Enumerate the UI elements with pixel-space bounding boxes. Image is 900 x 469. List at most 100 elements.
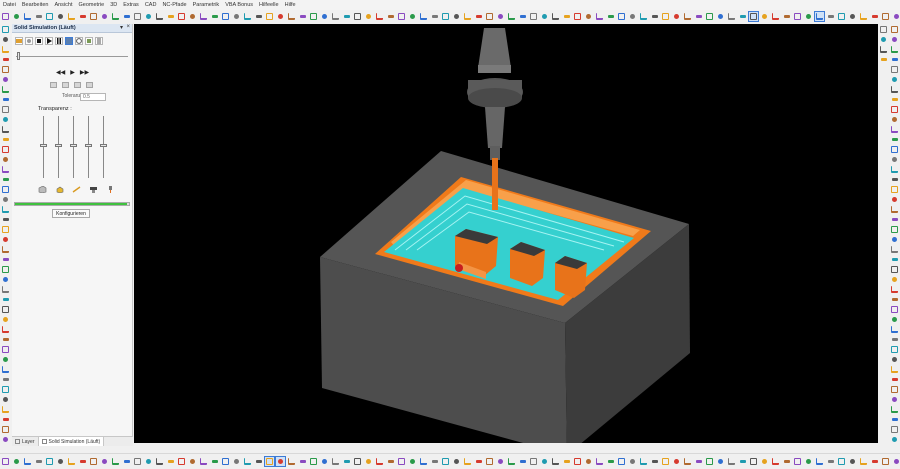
toolbar-icon[interactable] xyxy=(890,25,899,34)
toolbar-icon[interactable] xyxy=(210,12,219,21)
toolbar-icon[interactable] xyxy=(1,365,10,374)
toolbar-icon[interactable] xyxy=(12,12,21,21)
toolbar-icon[interactable] xyxy=(890,265,899,274)
toolbar-icon[interactable] xyxy=(760,457,769,466)
toolbar-icon[interactable] xyxy=(890,295,899,304)
fast-forward-icon[interactable]: ▶▶ xyxy=(80,69,89,76)
menu-item[interactable]: VBA Bonus xyxy=(222,2,256,8)
toolbar-icon[interactable] xyxy=(397,12,406,21)
toolbar-icon[interactable] xyxy=(56,457,65,466)
toolbar-icon[interactable] xyxy=(890,55,899,64)
toolbar-icon[interactable] xyxy=(1,155,10,164)
stop-icon[interactable] xyxy=(35,37,43,45)
toolbar-icon[interactable] xyxy=(879,45,888,54)
toolbar-icon[interactable] xyxy=(705,457,714,466)
toolbar-icon[interactable] xyxy=(23,457,32,466)
menu-item[interactable]: Hilfe xyxy=(282,2,299,8)
toolbar-icon[interactable] xyxy=(133,457,142,466)
toolbar-icon[interactable] xyxy=(309,457,318,466)
toolbar-icon[interactable] xyxy=(727,12,736,21)
toolbar-icon[interactable] xyxy=(890,335,899,344)
menu-item[interactable]: Geometrie xyxy=(76,2,108,8)
toolbar-icon[interactable] xyxy=(793,12,802,21)
toolbar-icon[interactable] xyxy=(397,457,406,466)
menu-item[interactable]: Hilfeelle xyxy=(256,2,282,8)
toolbar-icon[interactable] xyxy=(221,12,230,21)
toolbar-icon[interactable] xyxy=(342,457,351,466)
toolbar-icon[interactable] xyxy=(441,457,450,466)
toolbar-icon[interactable] xyxy=(551,457,560,466)
tab-solid-simulation[interactable]: Solid Simulation (Läuft) xyxy=(38,437,105,446)
toolbar-icon[interactable] xyxy=(1,75,10,84)
toolbar-icon[interactable] xyxy=(879,55,888,64)
toolbar-icon[interactable] xyxy=(1,195,10,204)
toolbar-icon[interactable] xyxy=(375,457,384,466)
toolbar-icon[interactable] xyxy=(100,12,109,21)
toolbar-icon[interactable] xyxy=(540,12,549,21)
transparency-slider-2[interactable] xyxy=(55,116,62,178)
toolbar-icon[interactable] xyxy=(309,12,318,21)
toolbar-icon[interactable] xyxy=(1,65,10,74)
menu-item[interactable]: Parametrik xyxy=(190,2,223,8)
toolbar-icon[interactable] xyxy=(694,12,703,21)
toolbar-icon[interactable] xyxy=(496,12,505,21)
toolbar-icon[interactable] xyxy=(584,457,593,466)
time-slider-thumb[interactable] xyxy=(17,52,20,60)
toolbar-icon[interactable] xyxy=(683,457,692,466)
toolbar-icon[interactable] xyxy=(890,365,899,374)
toolbar-icon[interactable] xyxy=(518,457,527,466)
toolbar-icon[interactable] xyxy=(1,175,10,184)
toolbar-icon[interactable] xyxy=(56,12,65,21)
toolbar-icon[interactable] xyxy=(1,435,10,444)
toolbar-icon[interactable] xyxy=(166,457,175,466)
toolbar-icon[interactable] xyxy=(881,12,890,21)
record-icon[interactable] xyxy=(50,82,57,88)
toolbar-icon[interactable] xyxy=(144,12,153,21)
toolbar-icon[interactable] xyxy=(848,457,857,466)
toolbar-icon[interactable] xyxy=(133,12,142,21)
toolbar-icon[interactable] xyxy=(617,12,626,21)
toolbar-icon[interactable] xyxy=(1,185,10,194)
toolbar-icon[interactable] xyxy=(870,457,879,466)
panel-pin-icon[interactable]: ▾ xyxy=(120,24,123,31)
toolbar-icon[interactable] xyxy=(1,335,10,344)
toolbar-icon[interactable] xyxy=(771,457,780,466)
toolbar-icon[interactable] xyxy=(890,245,899,254)
toolbar-icon[interactable] xyxy=(276,12,285,21)
toolbar-icon[interactable] xyxy=(837,457,846,466)
toolbar-icon[interactable] xyxy=(166,12,175,21)
sim-mode-icon[interactable] xyxy=(15,37,23,45)
toolbar-icon[interactable] xyxy=(716,457,725,466)
toolbar-icon[interactable] xyxy=(540,457,549,466)
tab-layer[interactable]: Layer xyxy=(12,437,39,446)
toolbar-icon[interactable] xyxy=(155,12,164,21)
toolbar-icon[interactable] xyxy=(837,12,846,21)
toolbar-icon[interactable] xyxy=(881,457,890,466)
toolbar-icon[interactable] xyxy=(364,457,373,466)
toolbar-icon[interactable] xyxy=(1,125,10,134)
toolbar-icon[interactable] xyxy=(430,12,439,21)
toolbar-icon[interactable] xyxy=(683,12,692,21)
3d-viewport[interactable] xyxy=(134,24,878,443)
toolbar-icon[interactable] xyxy=(529,12,538,21)
toolbar-icon[interactable] xyxy=(890,105,899,114)
toolbar-icon[interactable] xyxy=(705,12,714,21)
toolbar-icon[interactable] xyxy=(507,457,516,466)
toolbar-icon[interactable] xyxy=(210,457,219,466)
toolbar-icon[interactable] xyxy=(562,457,571,466)
toolbar-icon[interactable] xyxy=(1,395,10,404)
camera-icon[interactable] xyxy=(62,82,69,88)
toolbar-icon[interactable] xyxy=(672,12,681,21)
toolbar-icon[interactable] xyxy=(1,315,10,324)
toolbar-icon[interactable] xyxy=(890,235,899,244)
toolbar-icon[interactable] xyxy=(78,457,87,466)
toolbar-icon[interactable] xyxy=(419,457,428,466)
toolbar-icon[interactable] xyxy=(408,12,417,21)
toolbar-icon[interactable] xyxy=(419,12,428,21)
part-icon[interactable] xyxy=(55,186,64,193)
panel-close-icon[interactable]: × xyxy=(126,24,130,30)
toolbar-icon[interactable] xyxy=(188,12,197,21)
sim-step-icon[interactable] xyxy=(25,37,33,45)
toolbar-icon[interactable] xyxy=(892,12,900,21)
toolbar-icon[interactable] xyxy=(890,175,899,184)
